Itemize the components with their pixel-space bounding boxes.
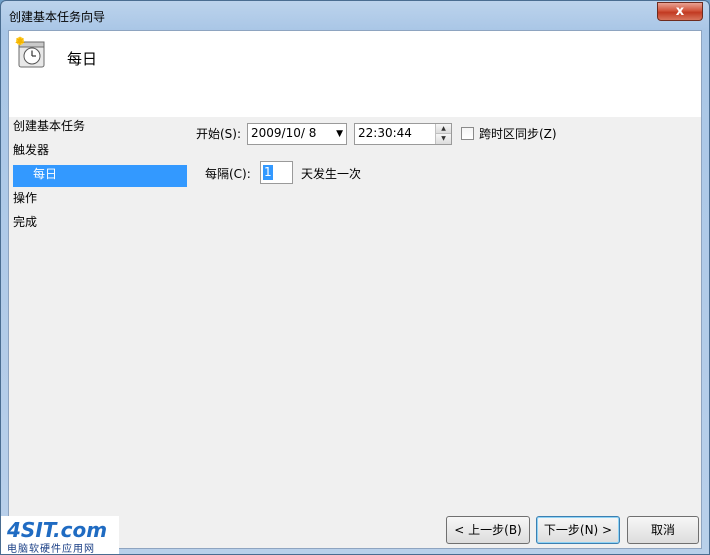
spin-up-icon[interactable]: ▲ [436, 124, 451, 134]
step-label: 每日 [33, 167, 58, 181]
start-label: 开始(S): [196, 127, 242, 141]
close-icon[interactable]: x [676, 4, 684, 19]
cancel-button[interactable]: 取消 [627, 516, 699, 544]
start-time-input[interactable]: 22:30:44 ▲ ▼ [354, 123, 452, 145]
interval-label: 每隔(C): [205, 167, 251, 181]
interval-value: 1 [263, 165, 273, 180]
wizard-steps: 创建基本任务 触发器 每日 操作 完成 [9, 117, 189, 537]
next-button[interactable]: 下一步(N) > [536, 516, 620, 544]
step-finish[interactable]: 完成 [13, 213, 187, 235]
spin-down-icon[interactable]: ▼ [436, 134, 451, 144]
step-label: 触发器 [13, 143, 50, 157]
client-area: 每日 创建基本任务 触发器 每日 操作 完成 开始(S): 2009/10/ 8… [8, 30, 702, 549]
wizard-window: 创建基本任务向导 x 每日 创建基本任务 触发器 每日 操作 完成 开始(S):… [0, 0, 710, 555]
start-date-value: 2009/10/ 8 [251, 126, 317, 140]
watermark-subtitle: 电脑软硬件应用网 [7, 544, 95, 555]
step-trigger[interactable]: 触发器 [13, 141, 187, 163]
header-panel: 每日 [9, 31, 701, 117]
start-date-picker[interactable]: 2009/10/ 8 ▼ [247, 123, 347, 145]
watermark: 4SIT.com 电脑软硬件应用网 [1, 516, 119, 555]
watermark-logo: 4SIT.com [7, 518, 108, 542]
step-label: 创建基本任务 [13, 119, 86, 133]
sync-timezones-checkbox[interactable] [461, 127, 474, 140]
close-button[interactable]: x [657, 2, 703, 21]
title-bar[interactable]: 创建基本任务向导 x [1, 1, 709, 30]
page-title: 每日 [67, 50, 98, 68]
start-time-value: 22:30:44 [358, 126, 412, 140]
step-action[interactable]: 操作 [13, 189, 187, 211]
back-button[interactable]: < 上一步(B) [446, 516, 530, 544]
step-create-basic-task[interactable]: 创建基本任务 [13, 117, 187, 139]
step-daily[interactable]: 每日 [13, 165, 187, 187]
window-title: 创建基本任务向导 [9, 10, 106, 24]
step-label: 完成 [13, 215, 38, 229]
sync-timezones-label[interactable]: 跨时区同步(Z) [479, 124, 557, 144]
time-spinner[interactable]: ▲ ▼ [435, 124, 451, 144]
step-label: 操作 [13, 191, 38, 205]
interval-suffix: 天发生一次 [301, 167, 362, 181]
interval-input[interactable]: 1 [260, 161, 293, 184]
calendar-clock-icon [15, 36, 45, 68]
chevron-down-icon[interactable]: ▼ [336, 129, 343, 139]
